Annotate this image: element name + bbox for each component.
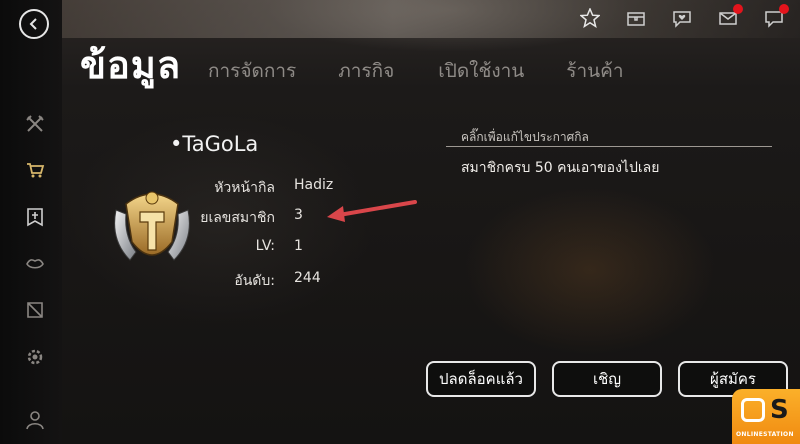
sidebar bbox=[0, 0, 62, 444]
star-icon[interactable] bbox=[578, 6, 602, 30]
mail-icon[interactable] bbox=[716, 4, 743, 30]
unlocked-button[interactable]: ปลดล็อคแล้ว bbox=[426, 361, 536, 397]
guild-emblem-icon bbox=[114, 191, 190, 261]
chat-heart-icon[interactable] bbox=[670, 6, 694, 30]
info-value: 3 bbox=[294, 207, 303, 223]
logo-brand-text: ONLINESTATION bbox=[736, 431, 794, 438]
tab-bar: การจัดการ ภารกิจ เปิดใช้งาน ร้านค้า bbox=[208, 56, 666, 86]
info-value: Hadiz bbox=[294, 177, 334, 193]
info-label: LV: bbox=[255, 238, 275, 254]
user-icon[interactable] bbox=[23, 408, 47, 432]
treasure-chest-icon[interactable] bbox=[624, 6, 648, 30]
info-value: 244 bbox=[294, 270, 321, 286]
guild-banner-icon[interactable] bbox=[23, 205, 47, 229]
map-icon[interactable] bbox=[23, 298, 47, 322]
chevron-left-icon bbox=[29, 18, 37, 30]
notice-divider bbox=[446, 146, 772, 147]
tab-activation[interactable]: เปิดใช้งาน bbox=[438, 56, 524, 86]
mail-notification-dot bbox=[733, 4, 743, 14]
annotation-arrow-icon bbox=[327, 200, 417, 222]
info-label: หัวหน้ากิล bbox=[214, 180, 275, 196]
info-label: อันดับ: bbox=[234, 273, 275, 289]
cart-icon[interactable] bbox=[23, 158, 47, 182]
top-toolbar bbox=[578, 4, 789, 30]
info-value: 1 bbox=[294, 238, 303, 254]
info-label: ยเลขสมาชิก bbox=[200, 210, 275, 226]
tab-shop[interactable]: ร้านค้า bbox=[566, 56, 623, 86]
guild-notice-hint[interactable]: คลิ๊กเพื่อแก้ไขประกาศกิล bbox=[461, 128, 589, 147]
settings-icon[interactable] bbox=[23, 345, 47, 369]
onlinestation-watermark-logo: S ONLINESTATION bbox=[732, 389, 800, 444]
tab-management[interactable]: การจัดการ bbox=[208, 56, 296, 86]
logo-letter: S bbox=[770, 395, 789, 425]
lips-icon[interactable] bbox=[23, 252, 47, 276]
guild-name: •TaGoLa bbox=[170, 132, 259, 156]
guild-notice-text[interactable]: สมาชิกครบ 50 คนเอาของไปเลย bbox=[461, 157, 659, 179]
invite-button[interactable]: เชิญ bbox=[552, 361, 662, 397]
page-title: ข้อมูล bbox=[80, 43, 182, 87]
tab-missions[interactable]: ภารกิจ bbox=[338, 56, 394, 86]
back-button[interactable] bbox=[19, 9, 49, 39]
crossed-swords-icon[interactable] bbox=[23, 112, 47, 136]
logo-square-icon bbox=[741, 398, 765, 422]
speech-bubble-icon[interactable] bbox=[762, 4, 789, 30]
chat-notification-dot bbox=[779, 4, 789, 14]
